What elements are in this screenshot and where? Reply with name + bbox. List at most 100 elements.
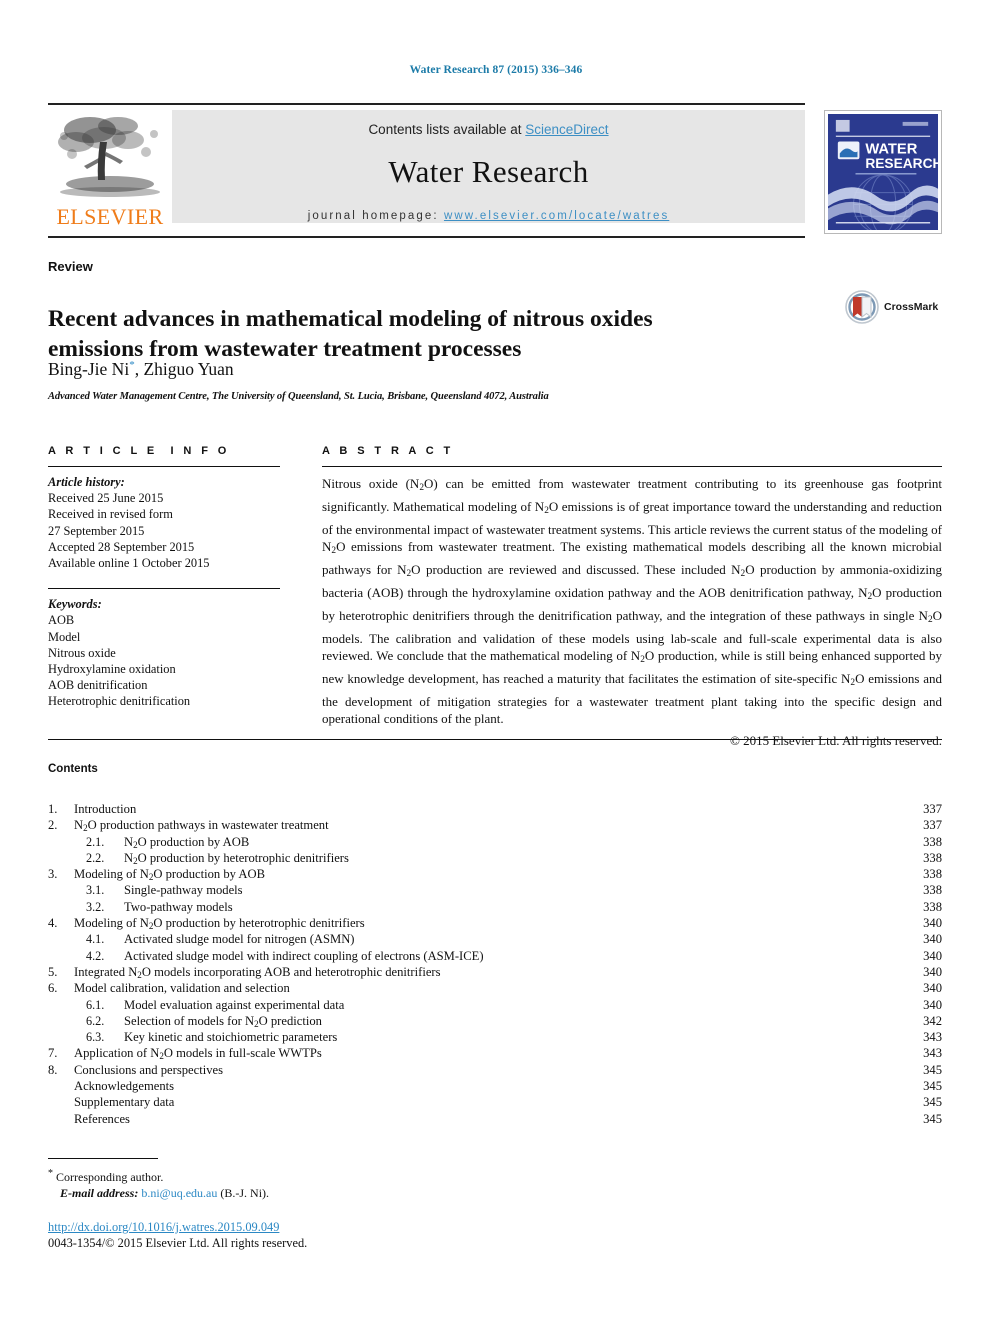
toc-number: 1.	[48, 802, 58, 816]
toc-page-number: 342	[923, 1013, 942, 1028]
toc-dot-leader	[353, 844, 902, 859]
toc-dot-leader	[369, 910, 902, 925]
toc-page-number: 338	[923, 867, 942, 882]
toc-row[interactable]: References 345	[48, 1105, 942, 1126]
keywords-block: Keywords: AOB Model Nitrous oxide Hydrox…	[48, 596, 280, 709]
toc-number: 2.2.	[86, 850, 105, 865]
corresponding-author-text: Corresponding author.	[56, 1170, 164, 1184]
abstract-column: A B S T R A C T Nitrous oxide (N2O) can …	[322, 445, 942, 749]
keywords-rule	[48, 588, 280, 590]
contents-separator-rule	[48, 739, 942, 740]
toc-dot-leader	[254, 828, 902, 843]
toc-label: Introduction	[74, 802, 137, 816]
contents-heading: Contents	[48, 763, 98, 775]
toc-number: 6.	[48, 981, 58, 996]
toc-page-number: 345	[923, 1079, 942, 1094]
svg-text:WATER: WATER	[865, 141, 917, 157]
abstract-rule	[322, 466, 942, 467]
toc-label: References	[74, 1111, 130, 1126]
journal-cover-art: WATER RESEARCH	[828, 114, 938, 230]
toc-number: 4.2.	[86, 948, 105, 963]
toc-page-number: 340	[923, 948, 942, 963]
abstract-heading: A B S T R A C T	[322, 445, 454, 457]
toc-page-number: 340	[923, 981, 942, 996]
page-title: Recent advances in mathematical modeling…	[48, 305, 653, 362]
toc-label: Single-pathway models	[124, 883, 243, 898]
toc-dot-leader	[228, 1056, 902, 1071]
toc-number: 3.1.	[86, 883, 105, 898]
article-history-label: Article history:	[48, 475, 125, 489]
email-link[interactable]: b.ni@uq.edu.au	[141, 1186, 217, 1200]
toc-number: 6.2.	[86, 1013, 105, 1028]
toc-page-number: 343	[923, 1030, 942, 1045]
toc-number: 6.1.	[86, 997, 105, 1012]
toc-label: Acknowledgements	[74, 1079, 175, 1094]
toc-page-number: 337	[923, 818, 942, 833]
corresponding-author-note: * Corresponding author. E-mail address: …	[48, 1166, 269, 1201]
article-history-item: Accepted 28 September 2015	[48, 539, 195, 554]
toc-page-number: 340	[923, 997, 942, 1012]
article-history-item: Received 25 June 2015	[48, 491, 164, 506]
toc-number: 3.	[48, 867, 58, 882]
toc-label: Key kinetic and stoichiometric parameter…	[124, 1030, 338, 1045]
toc-number: 4.1.	[86, 932, 105, 947]
toc-dot-leader	[326, 1007, 902, 1022]
toc-label: Two-pathway models	[124, 899, 233, 914]
toc-page-number: 345	[923, 1062, 942, 1077]
footnote-asterisk: *	[48, 1168, 53, 1179]
toc-page-number: 343	[923, 1046, 942, 1061]
crossmark-icon	[845, 290, 879, 324]
toc-page-number: 340	[923, 964, 942, 979]
toc-number: 2.	[48, 818, 58, 833]
cover-artwork-icon: WATER RESEARCH	[828, 114, 938, 230]
article-history-item: Received in revised form	[48, 507, 173, 522]
journal-title: Water Research	[388, 154, 589, 189]
toc-dot-leader	[349, 991, 902, 1006]
toc-page-number: 338	[923, 899, 942, 914]
toc-dot-leader	[342, 1024, 902, 1039]
header-bottom-rule	[48, 236, 805, 238]
toc-page-number: 340	[923, 916, 942, 931]
article-type-label: Review	[48, 259, 93, 274]
toc-dot-leader	[141, 796, 902, 810]
author-list: Bing-Jie Ni*, Zhiguo Yuan	[48, 359, 234, 380]
toc-dot-leader	[179, 1073, 902, 1088]
elsevier-logo: ELSEVIER	[50, 110, 170, 232]
toc-label: Activated sludge model with indirect cou…	[124, 948, 484, 963]
toc-page-number: 338	[923, 850, 942, 865]
article-first-page: Water Research 87 (2015) 336–346 ELSEVIE…	[0, 0, 992, 1323]
toc-page-number: 337	[923, 802, 942, 816]
article-info-rule	[48, 466, 280, 467]
running-head: Water Research 87 (2015) 336–346	[409, 64, 583, 76]
toc-number: 2.1.	[86, 834, 105, 849]
keyword-item: Nitrous oxide	[48, 645, 116, 660]
toc-dot-leader	[179, 1089, 902, 1104]
journal-masthead-band: Contents lists available at ScienceDirec…	[172, 110, 805, 223]
toc-number: 5.	[48, 964, 58, 979]
abstract-body: Nitrous oxide (N2O) can be emitted from …	[322, 476, 943, 727]
article-history-block: Article history: Received 25 June 2015 R…	[48, 474, 280, 571]
toc-number: 6.3.	[86, 1030, 105, 1045]
toc-page-number: 338	[923, 834, 942, 849]
journal-homepage-label: journal homepage:	[307, 210, 444, 222]
crossmark-badge[interactable]: CrossMark	[845, 283, 943, 331]
toc-page-number: 340	[923, 932, 942, 947]
journal-homepage-line: journal homepage: www.elsevier.com/locat…	[172, 210, 805, 222]
toc-page-number: 345	[923, 1095, 942, 1110]
toc-dot-leader	[269, 861, 902, 876]
toc-page-number: 345	[923, 1111, 942, 1126]
issn-copyright-line: 0043-1354/© 2015 Elsevier Ltd. All right…	[48, 1236, 308, 1250]
author-name-rest: , Zhiguo Yuan	[134, 359, 234, 379]
doi-block: http://dx.doi.org/10.1016/j.watres.2015.…	[48, 1219, 307, 1251]
doi-link[interactable]: http://dx.doi.org/10.1016/j.watres.2015.…	[48, 1220, 279, 1234]
toc-number: 4.	[48, 916, 58, 931]
journal-homepage-link[interactable]: www.elsevier.com/locate/watres	[444, 210, 669, 222]
crossmark-label: CrossMark	[884, 301, 939, 313]
toc-dot-leader	[488, 942, 902, 957]
keyword-item: AOB	[48, 613, 75, 628]
toc-label: Activated sludge model for nitrogen (ASM…	[124, 932, 355, 947]
keyword-item: Model	[48, 629, 81, 644]
sciencedirect-link[interactable]: ScienceDirect	[525, 122, 608, 137]
table-of-contents: 1. Introduction 337 2. N2O production pathwa…	[48, 796, 942, 1126]
svg-text:RESEARCH: RESEARCH	[865, 156, 938, 171]
